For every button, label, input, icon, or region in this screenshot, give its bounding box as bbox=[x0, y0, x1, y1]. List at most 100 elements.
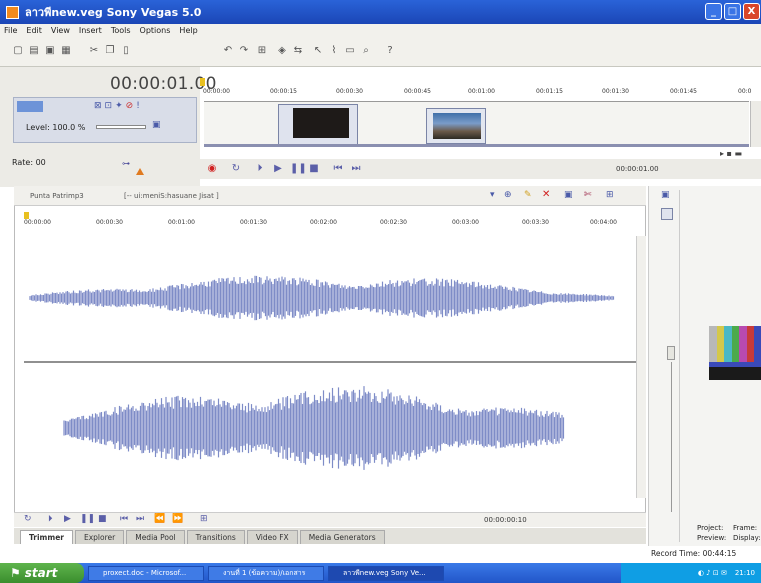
help-pointer-icon[interactable]: ? bbox=[384, 45, 396, 57]
tab-video-fx[interactable]: Video FX bbox=[246, 530, 298, 544]
trimmer-rewind-icon[interactable]: ⏪ bbox=[154, 514, 165, 524]
menu-view[interactable]: View bbox=[51, 26, 70, 35]
taskbar-item-vegas[interactable]: ลาวพีnew.veg Sony Ve... bbox=[328, 565, 444, 581]
play-icon[interactable]: ▶ bbox=[272, 163, 284, 175]
taskbar-item-folder[interactable]: งานที่ 1 (ข้อความ)/เอกสาร bbox=[208, 565, 324, 581]
record-icon[interactable]: ◉ bbox=[206, 163, 218, 175]
solo-icon[interactable]: ! bbox=[136, 101, 140, 112]
trimmer-stop-icon[interactable]: ■ bbox=[98, 514, 107, 524]
menu-help[interactable]: Help bbox=[179, 26, 197, 35]
toolbar: ▢ ▤ ▣ ▦ ✂ ❐ ▯ ↶ ↷ ⊞ ◈ ⇆ ↖ ⌇ ▭ ⌕ ? bbox=[0, 37, 761, 67]
media-tab-2[interactable]: [-- ui:meniS:hasuane Jisat ] bbox=[124, 192, 219, 200]
preview-icon[interactable]: ▣ bbox=[661, 190, 671, 200]
tab-media-pool[interactable]: Media Pool bbox=[126, 530, 185, 544]
timeline-ruler[interactable]: 00:00:00 00:00:15 00:00:30 00:00:45 00:0… bbox=[200, 87, 761, 101]
trimmer-close-icon[interactable]: ✕ bbox=[542, 189, 550, 200]
track-fx-icon[interactable]: ⊡ bbox=[105, 101, 113, 112]
trimmer-save-icon[interactable]: ▣ bbox=[564, 190, 573, 200]
menu-insert[interactable]: Insert bbox=[79, 26, 102, 35]
go-to-start-icon[interactable]: ⏮ bbox=[332, 163, 344, 175]
new-file-icon[interactable]: ▢ bbox=[12, 45, 24, 57]
video-clip-2[interactable] bbox=[426, 108, 486, 144]
trimmer-properties-icon[interactable]: ✎ bbox=[524, 190, 532, 200]
undo-icon[interactable]: ↶ bbox=[222, 45, 234, 57]
tab-media-generators[interactable]: Media Generators bbox=[299, 530, 385, 544]
open-folder-icon[interactable]: ▤ bbox=[28, 45, 40, 57]
stop-icon[interactable]: ■ bbox=[308, 163, 320, 175]
ruler-tick: 00:00:45 bbox=[404, 88, 431, 95]
composite-icon[interactable]: ✦ bbox=[115, 101, 123, 112]
minimize-button[interactable]: _ bbox=[705, 3, 722, 20]
close-button[interactable]: X bbox=[743, 3, 760, 20]
menu-tools[interactable]: Tools bbox=[111, 26, 131, 35]
paste-icon[interactable]: ▯ bbox=[120, 45, 132, 57]
tab-transitions[interactable]: Transitions bbox=[186, 530, 245, 544]
audio-waveform-area[interactable] bbox=[24, 236, 636, 498]
maximize-button[interactable]: □ bbox=[724, 3, 741, 20]
tray-icons[interactable]: ◐ ♪ ⊡ ✉ bbox=[698, 569, 727, 577]
trimmer-loop-icon[interactable]: ↻ bbox=[24, 514, 32, 524]
start-button[interactable]: ⚑ start bbox=[0, 563, 84, 583]
ruler-tick: 00:00:30 bbox=[336, 88, 363, 95]
mixer-icon[interactable] bbox=[661, 208, 673, 220]
trimmer-play-start-icon[interactable]: ⏵ bbox=[48, 514, 53, 524]
trimmer-ruler[interactable]: 00:00:00 00:00:30 00:01:00 00:01:30 00:0… bbox=[24, 218, 636, 232]
zoom-controls-icon[interactable]: ▸ ▪ ▬ bbox=[720, 149, 742, 158]
zoom-tool-icon[interactable]: ⌕ bbox=[360, 45, 372, 57]
track-motion-icon[interactable]: ⊠ bbox=[94, 101, 102, 112]
trimmer-tools-icon[interactable]: ⊞ bbox=[606, 190, 614, 200]
display-label: Display: bbox=[733, 534, 761, 542]
menu-options[interactable]: Options bbox=[140, 26, 171, 35]
trimmer-play-icon[interactable]: ▶ bbox=[64, 514, 71, 524]
cut-icon[interactable]: ✂ bbox=[88, 45, 100, 57]
trimmer-pause-icon[interactable]: ❚❚ bbox=[80, 514, 95, 524]
tab-trimmer[interactable]: Trimmer bbox=[20, 530, 73, 544]
copy-icon[interactable]: ❐ bbox=[104, 45, 116, 57]
selection-tool-icon[interactable]: ▭ bbox=[344, 45, 356, 57]
trimmer-add-icon[interactable]: ⊕ bbox=[504, 190, 512, 200]
frame-label: Frame: bbox=[733, 524, 758, 532]
rate-slider-handle[interactable]: ⊶ bbox=[122, 159, 140, 168]
volume-fader-track[interactable] bbox=[671, 362, 672, 512]
trimmer-marker-icon[interactable]: ✄ bbox=[584, 190, 592, 200]
trim-ruler-tick: 00:01:00 bbox=[168, 219, 195, 226]
media-tab-1[interactable]: Punta Patrimp3 bbox=[30, 192, 84, 200]
taskbar-item-word[interactable]: proxect.doc - Microsof... bbox=[88, 565, 204, 581]
video-track-lane[interactable] bbox=[204, 101, 749, 147]
video-clip-1[interactable] bbox=[278, 104, 358, 146]
snap-icon[interactable]: ⊞ bbox=[256, 45, 268, 57]
tab-explorer[interactable]: Explorer bbox=[74, 530, 125, 544]
clip-thumbnail-landscape bbox=[433, 113, 481, 139]
trimmer-add-to-timeline-icon[interactable]: ⊞ bbox=[200, 514, 208, 524]
go-to-end-icon[interactable]: ⏭ bbox=[350, 163, 362, 175]
redo-icon[interactable]: ↷ bbox=[238, 45, 250, 57]
trimmer-start-icon[interactable]: ⏮ bbox=[120, 514, 128, 524]
volume-fader-handle[interactable] bbox=[667, 346, 675, 360]
render-icon[interactable]: ▦ bbox=[60, 45, 72, 57]
level-slider[interactable] bbox=[96, 125, 146, 129]
cursor-marker-icon[interactable] bbox=[200, 78, 205, 86]
pause-icon[interactable]: ❚❚ bbox=[290, 163, 307, 175]
lock-envelope-icon[interactable]: ◈ bbox=[276, 45, 288, 57]
waveform-vertical-scrollbar[interactable] bbox=[636, 236, 646, 498]
play-from-start-icon[interactable]: ⏵ bbox=[254, 163, 266, 175]
auto-ripple-icon[interactable]: ⇆ bbox=[292, 45, 304, 57]
trimmer-forward-icon[interactable]: ⏩ bbox=[172, 514, 183, 524]
track-compositing-icon[interactable]: ▣ bbox=[152, 120, 161, 130]
rate-label: Rate: 00 bbox=[12, 158, 46, 167]
trimmer-dropdown-icon[interactable]: ▾ bbox=[490, 190, 495, 200]
menu-file[interactable]: File bbox=[4, 26, 17, 35]
loop-icon[interactable]: ↻ bbox=[230, 163, 242, 175]
trimmer-end-icon[interactable]: ⏭ bbox=[136, 514, 144, 524]
ruler-tick: 00:01:30 bbox=[602, 88, 629, 95]
track-vertical-scrollbar[interactable] bbox=[750, 101, 761, 147]
panel-divider bbox=[679, 190, 680, 542]
track-scrollbar[interactable] bbox=[204, 144, 749, 147]
save-icon[interactable]: ▣ bbox=[44, 45, 56, 57]
mute-icon[interactable]: ⊘ bbox=[126, 101, 134, 112]
video-track-header[interactable]: ⊠ ⊡ ✦ ⊘ ! Level: 100.0 % ▣ bbox=[13, 97, 197, 143]
rate-marker-icon[interactable] bbox=[136, 168, 144, 175]
envelope-tool-icon[interactable]: ⌇ bbox=[328, 45, 340, 57]
menu-edit[interactable]: Edit bbox=[26, 26, 42, 35]
edit-tool-icon[interactable]: ↖ bbox=[312, 45, 324, 57]
